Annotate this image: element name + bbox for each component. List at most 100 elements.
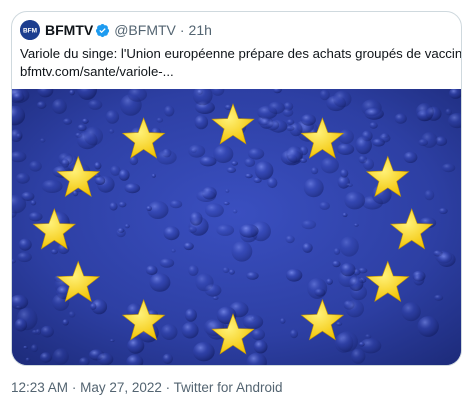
water-droplet xyxy=(254,161,274,180)
water-droplet xyxy=(299,158,307,163)
water-droplet xyxy=(169,200,183,209)
water-droplet xyxy=(192,342,215,362)
display-name[interactable]: BFMTV xyxy=(45,22,93,38)
water-droplet xyxy=(342,212,348,218)
water-droplet xyxy=(171,249,176,253)
water-droplet xyxy=(445,108,452,116)
water-droplet xyxy=(118,169,130,181)
tweet-text-line: Variole du singe: l'Union européenne pré… xyxy=(20,46,462,61)
bfmtv-avatar[interactable]: BFM xyxy=(20,20,40,40)
water-droplet xyxy=(231,161,238,166)
water-droplet xyxy=(280,318,286,324)
water-droplet xyxy=(336,143,355,155)
quoted-tweet-header: BFM BFMTV @BFMTV · 21h xyxy=(20,20,212,40)
water-droplet xyxy=(82,118,89,124)
water-droplet xyxy=(285,235,295,244)
water-droplet xyxy=(40,325,54,338)
water-droplet xyxy=(109,202,118,211)
water-droplet xyxy=(204,284,222,297)
water-droplet xyxy=(372,138,385,147)
water-droplet xyxy=(437,252,456,267)
tweet-time[interactable]: 12:23 AM xyxy=(11,380,68,395)
water-droplet xyxy=(344,191,366,210)
tweet-link-text[interactable]: bfmtv.com/sante/variole-... xyxy=(20,63,450,81)
water-droplet xyxy=(289,329,299,339)
water-droplet xyxy=(355,136,372,155)
water-droplet xyxy=(242,314,264,330)
water-droplet xyxy=(149,273,171,292)
water-droplet xyxy=(69,89,75,96)
water-droplet xyxy=(62,118,73,125)
footer-separator: · xyxy=(71,380,77,395)
water-droplet xyxy=(212,296,219,300)
water-droplet xyxy=(84,126,103,146)
tweet-media-image[interactable] xyxy=(12,89,461,365)
water-droplet xyxy=(225,189,230,193)
water-droplet xyxy=(109,128,115,134)
water-droplet xyxy=(199,156,217,167)
water-droplet xyxy=(90,303,97,310)
water-droplet xyxy=(286,119,295,125)
water-droplet xyxy=(164,105,175,117)
water-droplet xyxy=(14,318,28,332)
water-droplet xyxy=(363,158,374,170)
water-droplet xyxy=(353,223,359,227)
water-droplet xyxy=(239,224,259,238)
water-droplet xyxy=(188,144,206,158)
water-droplet xyxy=(36,101,47,109)
water-droplet xyxy=(29,160,42,172)
water-droplet xyxy=(163,226,180,241)
water-droplet xyxy=(282,108,294,117)
water-droplet xyxy=(231,241,253,262)
tweet-client[interactable]: Twitter for Android xyxy=(174,380,283,395)
water-droplet xyxy=(338,129,354,145)
quoted-tweet-card[interactable]: BFM BFMTV @BFMTV · 21h Variole du singe:… xyxy=(11,11,462,366)
relative-time[interactable]: 21h xyxy=(189,22,212,38)
water-droplet xyxy=(181,322,199,339)
water-droplet xyxy=(265,119,280,131)
avatar-logo-text: BFM xyxy=(23,28,37,35)
water-droplet xyxy=(319,201,330,210)
footer-separator: · xyxy=(165,380,171,395)
water-droplet xyxy=(105,110,120,124)
water-droplet xyxy=(94,176,106,185)
water-droplet xyxy=(348,276,364,292)
water-droplet xyxy=(415,103,434,122)
water-droplet xyxy=(403,151,418,163)
water-droplet xyxy=(117,228,125,233)
water-droplet xyxy=(251,328,265,341)
water-droplet xyxy=(52,99,67,114)
water-droplet xyxy=(365,334,372,339)
water-droplet xyxy=(340,169,349,178)
handle[interactable]: @BFMTV xyxy=(114,22,176,38)
water-droplet xyxy=(336,331,358,352)
water-droplet xyxy=(424,189,435,201)
verified-badge-icon xyxy=(95,23,110,38)
water-droplet xyxy=(68,311,76,318)
water-droplet xyxy=(127,337,145,354)
water-droplet xyxy=(222,267,230,273)
water-droplet xyxy=(413,274,425,286)
water-droplet xyxy=(146,205,152,211)
water-droplet xyxy=(302,242,313,253)
water-droplet xyxy=(441,163,456,173)
water-droplet xyxy=(369,122,378,129)
water-droplet xyxy=(301,219,317,230)
water-droplet xyxy=(417,316,439,337)
water-droplet xyxy=(232,209,238,214)
water-droplet xyxy=(183,242,194,251)
water-droplet xyxy=(12,92,25,103)
water-droplet xyxy=(245,173,253,179)
water-droplet xyxy=(109,339,115,342)
water-droplet xyxy=(300,114,316,126)
water-droplet xyxy=(184,308,197,322)
water-droplet xyxy=(246,271,259,280)
water-droplet xyxy=(320,157,339,174)
water-droplet xyxy=(401,302,421,322)
water-droplet xyxy=(25,357,31,362)
tweet-date[interactable]: May 27, 2022 xyxy=(80,380,162,395)
water-droplet xyxy=(204,203,224,218)
water-droplet xyxy=(364,107,384,120)
water-droplet xyxy=(162,353,173,364)
water-droplet xyxy=(15,172,30,184)
